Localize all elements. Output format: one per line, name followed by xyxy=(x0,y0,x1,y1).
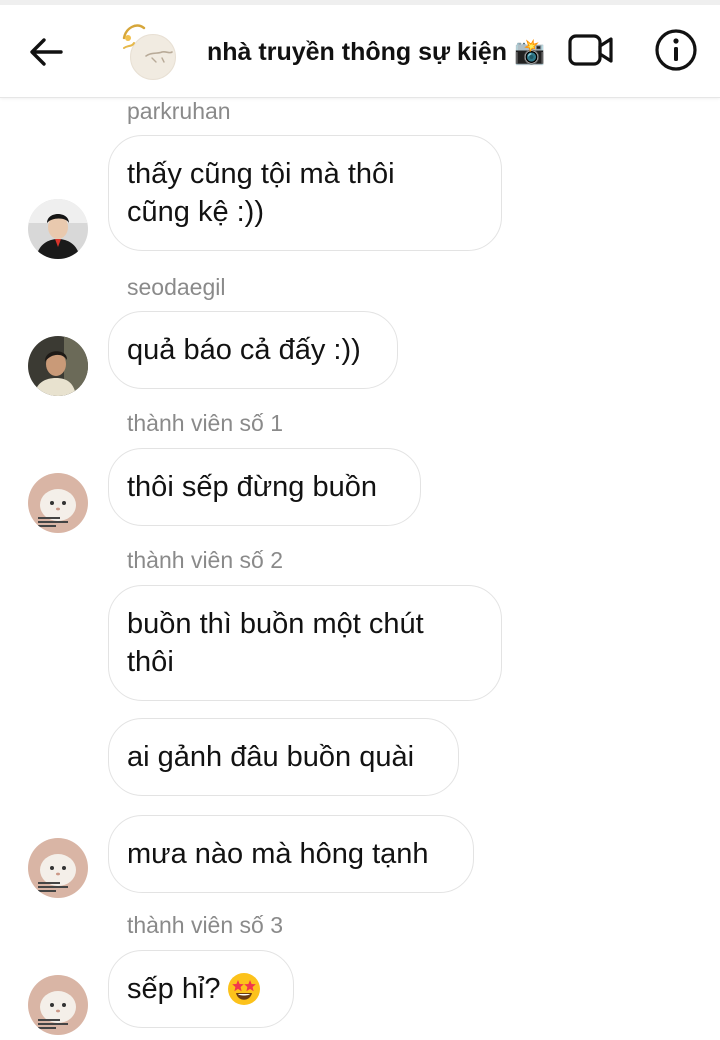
message-text: thôi sếp đừng buồn xyxy=(127,471,377,503)
status-bar-edge xyxy=(0,0,720,5)
message-text: sếp hỉ? xyxy=(127,973,221,1005)
arrow-left-icon xyxy=(30,38,63,66)
sender-name: thành viên số 2 xyxy=(127,547,284,573)
avatar[interactable] xyxy=(28,199,88,259)
message-text: buồn thì buồn một chút thôi xyxy=(127,608,424,678)
avatar[interactable] xyxy=(28,336,88,396)
conversation-title[interactable]: nhà truyền thông sự kiện 📸 xyxy=(207,36,567,68)
cat-photo-avatar xyxy=(28,975,88,1035)
message-bubble[interactable]: mưa nào mà hông tạnh xyxy=(108,815,474,893)
message-bubble[interactable]: sếp hỉ? xyxy=(108,950,294,1028)
message-text: thấy cũng tội mà thôi cũng kệ :)) xyxy=(127,158,395,228)
video-call-button[interactable] xyxy=(566,30,616,70)
chat-header: nhà truyền thông sự kiện 📸 xyxy=(0,0,720,98)
doodle-icon xyxy=(122,24,173,63)
sender-name: parkruhan xyxy=(127,98,231,124)
info-button[interactable] xyxy=(652,26,700,74)
message-bubble[interactable]: thấy cũng tội mà thôi cũng kệ :)) xyxy=(108,135,502,251)
info-icon xyxy=(655,29,697,71)
sender-name: seodaegil xyxy=(127,274,226,300)
male-portrait-avatar xyxy=(28,336,88,396)
video-call-icon xyxy=(568,34,613,66)
message-bubble[interactable]: ai gảnh đâu buồn quài xyxy=(108,718,459,796)
message-bubble[interactable]: buồn thì buồn một chút thôi xyxy=(108,585,502,701)
message-bubble[interactable]: quả báo cả đấy :)) xyxy=(108,311,398,389)
cat-photo-avatar xyxy=(28,473,88,533)
group-avatar[interactable] xyxy=(118,18,180,80)
message-bubble[interactable]: thôi sếp đừng buồn xyxy=(108,448,421,526)
message-text: quả báo cả đấy :)) xyxy=(127,334,361,366)
male-portrait-avatar xyxy=(28,199,88,259)
avatar[interactable] xyxy=(28,838,88,898)
cat-photo-avatar xyxy=(28,838,88,898)
back-button[interactable] xyxy=(22,30,70,74)
message-text: ai gảnh đâu buồn quài xyxy=(127,741,415,773)
sender-name: thành viên số 3 xyxy=(127,912,284,938)
sender-name: thành viên số 1 xyxy=(127,410,284,436)
message-text: mưa nào mà hông tạnh xyxy=(127,838,429,870)
star-struck-emoji xyxy=(227,973,260,1005)
avatar[interactable] xyxy=(28,473,88,533)
avatar[interactable] xyxy=(28,975,88,1035)
